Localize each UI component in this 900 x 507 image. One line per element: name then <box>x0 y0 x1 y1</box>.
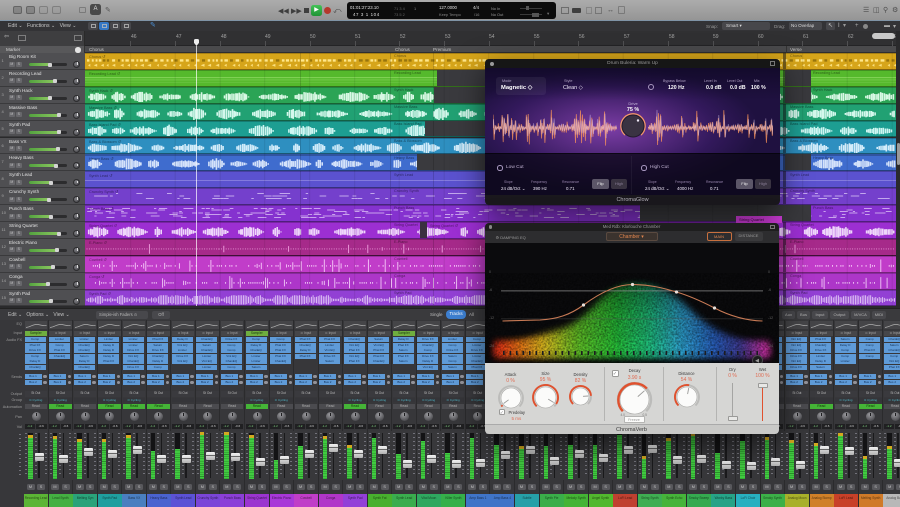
svg-text:-6: -6 <box>489 288 492 292</box>
svg-text:0: 0 <box>768 270 770 274</box>
svg-text:-12: -12 <box>489 316 494 320</box>
svg-text:0: 0 <box>489 270 491 274</box>
svg-text:-12: -12 <box>768 316 773 320</box>
svg-text:-24: -24 <box>768 344 773 348</box>
svg-text:-24: -24 <box>489 344 494 348</box>
svg-text:-6: -6 <box>768 288 771 292</box>
